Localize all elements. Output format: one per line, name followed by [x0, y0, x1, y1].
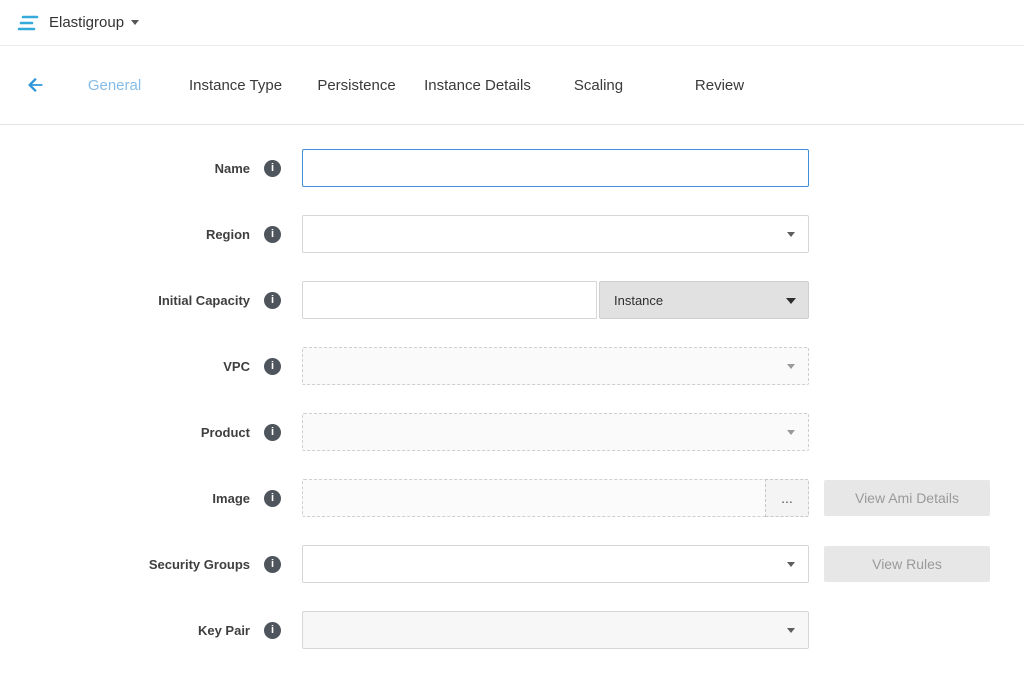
product-label: Product — [0, 425, 250, 440]
region-row: Region — [0, 215, 1024, 253]
back-arrow-icon[interactable] — [18, 74, 54, 96]
initial-capacity-label: Initial Capacity — [0, 293, 250, 308]
key-pair-label: Key Pair — [0, 623, 250, 638]
general-form: Name Region Initial Capacity — [0, 125, 1024, 649]
topbar: Elastigroup — [0, 0, 1024, 46]
key-pair-row: Key Pair — [0, 611, 1024, 649]
vpc-label: VPC — [0, 359, 250, 374]
vpc-select[interactable] — [302, 347, 809, 385]
info-icon[interactable] — [264, 622, 281, 639]
security-groups-row: Security Groups View Rules — [0, 545, 1024, 583]
capacity-unit-value: Instance — [614, 293, 663, 308]
name-input[interactable] — [302, 149, 809, 187]
chevron-down-icon — [787, 364, 795, 369]
name-row: Name — [0, 149, 1024, 187]
view-rules-button[interactable]: View Rules — [824, 546, 990, 582]
info-icon[interactable] — [264, 226, 281, 243]
image-label: Image — [0, 491, 250, 506]
key-pair-select[interactable] — [302, 611, 809, 649]
wizard-tabs: General Instance Type Persistence Instan… — [54, 77, 780, 94]
chevron-down-icon — [787, 562, 795, 567]
tab-instance-details[interactable]: Instance Details — [417, 77, 538, 94]
region-label: Region — [0, 227, 250, 242]
elastigroup-create-page: Elastigroup General Instance Type Persis… — [0, 0, 1024, 688]
product-row: Product — [0, 413, 1024, 451]
tab-bar: General Instance Type Persistence Instan… — [0, 46, 1024, 125]
name-label: Name — [0, 161, 250, 176]
view-ami-details-button[interactable]: View Ami Details — [824, 480, 990, 516]
security-groups-label: Security Groups — [0, 557, 250, 572]
app-switcher[interactable]: Elastigroup — [49, 14, 139, 31]
info-icon[interactable] — [264, 556, 281, 573]
tab-instance-type[interactable]: Instance Type — [175, 77, 296, 94]
image-browse-button[interactable]: ... — [765, 479, 809, 517]
security-groups-select[interactable] — [302, 545, 809, 583]
tab-persistence[interactable]: Persistence — [296, 77, 417, 94]
capacity-unit-select[interactable]: Instance — [599, 281, 809, 319]
region-select[interactable] — [302, 215, 809, 253]
chevron-down-icon — [787, 628, 795, 633]
chevron-down-icon — [131, 20, 139, 25]
info-icon[interactable] — [264, 292, 281, 309]
info-icon[interactable] — [264, 358, 281, 375]
elastigroup-logo-icon — [16, 14, 40, 32]
initial-capacity-input[interactable] — [302, 281, 597, 319]
info-icon[interactable] — [264, 160, 281, 177]
image-input[interactable] — [302, 479, 766, 517]
chevron-down-icon — [787, 430, 795, 435]
chevron-down-icon — [787, 232, 795, 237]
info-icon[interactable] — [264, 424, 281, 441]
initial-capacity-row: Initial Capacity Instance — [0, 281, 1024, 319]
chevron-down-icon — [786, 298, 796, 304]
app-name: Elastigroup — [49, 14, 124, 31]
tab-review[interactable]: Review — [659, 77, 780, 94]
vpc-row: VPC — [0, 347, 1024, 385]
info-icon[interactable] — [264, 490, 281, 507]
tab-scaling[interactable]: Scaling — [538, 77, 659, 94]
product-select[interactable] — [302, 413, 809, 451]
tab-general[interactable]: General — [54, 77, 175, 94]
image-row: Image ... View Ami Details — [0, 479, 1024, 517]
